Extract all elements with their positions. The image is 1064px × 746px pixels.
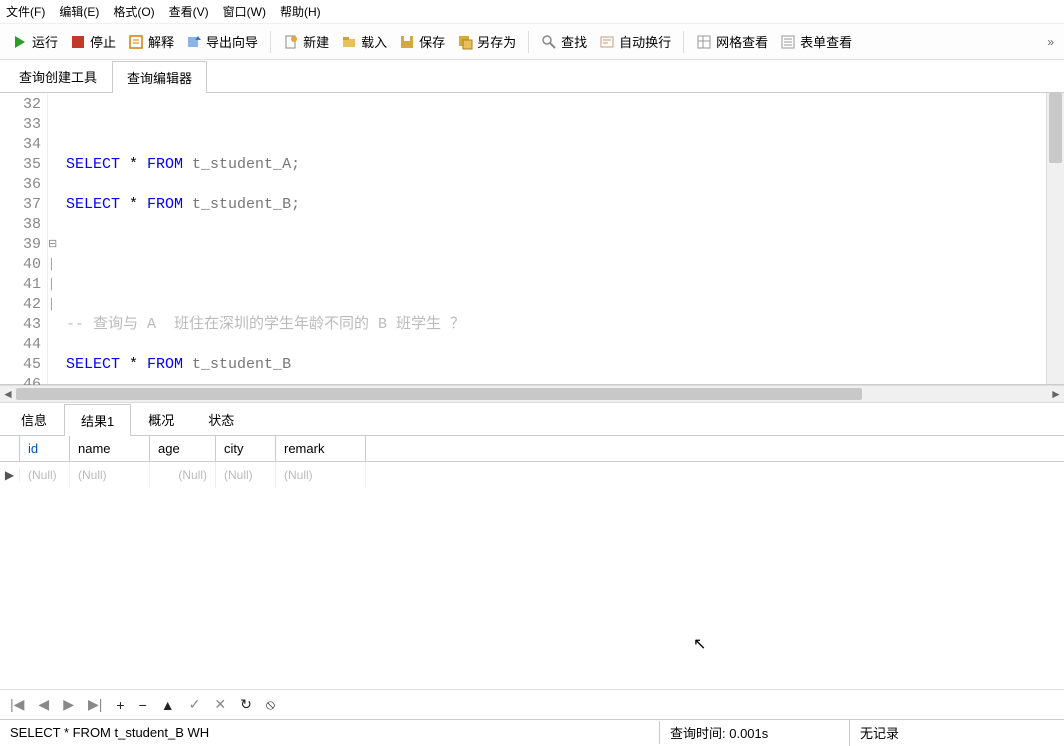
nav-add-icon[interactable]: + (116, 697, 124, 713)
tab-state[interactable]: 状态 (191, 403, 251, 435)
nav-commit-icon[interactable]: ✓ (189, 696, 201, 713)
fold-gutter: ⊟ │││ (48, 93, 62, 384)
new-label: 新建 (303, 32, 329, 51)
cell-city[interactable]: (Null) (216, 462, 276, 488)
find-label: 查找 (561, 32, 587, 51)
editor-hscrollbar[interactable]: ◄ ► (0, 385, 1064, 403)
separator (270, 31, 271, 53)
status-records: 无记录 (850, 719, 1064, 746)
cell-name[interactable]: (Null) (70, 462, 150, 488)
menu-help[interactable]: 帮助(H) (280, 3, 321, 20)
editor-vscrollbar[interactable] (1046, 93, 1064, 384)
load-icon (341, 34, 357, 50)
nav-delete-icon[interactable]: − (139, 697, 147, 713)
gridview-label: 网格查看 (716, 32, 768, 51)
nav-next-icon[interactable]: ▶ (63, 696, 74, 713)
line-gutter: 323334 353637 383940 414243 444546 (0, 93, 48, 384)
nav-edit-icon[interactable]: ▲ (161, 697, 175, 713)
col-age[interactable]: age (150, 436, 216, 461)
explain-button[interactable]: 解释 (122, 28, 180, 55)
tab-query-editor[interactable]: 查询编辑器 (112, 61, 207, 93)
separator (528, 31, 529, 53)
tab-info[interactable]: 信息 (4, 403, 64, 435)
export-icon (186, 34, 202, 50)
export-label: 导出向导 (206, 32, 258, 51)
toolbar-overflow[interactable]: » (1043, 35, 1058, 49)
result-tabbar: 信息 结果1 概况 状态 (0, 403, 1064, 436)
export-wizard-button[interactable]: 导出向导 (180, 28, 264, 55)
new-icon (283, 34, 299, 50)
top-tabbar: 查询创建工具 查询编辑器 (0, 60, 1064, 93)
menu-view[interactable]: 查看(V) (169, 3, 209, 20)
new-button[interactable]: 新建 (277, 28, 335, 55)
nav-last-icon[interactable]: ▶| (88, 696, 102, 713)
nav-refresh-icon[interactable]: ↻ (240, 696, 252, 713)
load-label: 载入 (361, 32, 387, 51)
stop-icon (70, 34, 86, 50)
menubar: 文件(F) 编辑(E) 格式(O) 查看(V) 窗口(W) 帮助(H) (0, 0, 1064, 24)
grid-row[interactable]: ▶ (Null) (Null) (Null) (Null) (Null) (0, 462, 1064, 488)
save-label: 保存 (419, 32, 445, 51)
result-grid: id name age city remark ▶ (Null) (Null) … (0, 436, 1064, 689)
load-button[interactable]: 载入 (335, 28, 393, 55)
cell-remark[interactable]: (Null) (276, 462, 366, 488)
nav-cancel-icon[interactable]: ✕ (214, 696, 226, 713)
grid-header: id name age city remark (0, 436, 1064, 462)
wordwrap-button[interactable]: 自动换行 (593, 28, 677, 55)
saveas-label: 另存为 (477, 32, 516, 51)
run-label: 运行 (32, 32, 58, 51)
tab-query-builder[interactable]: 查询创建工具 (4, 60, 112, 92)
sql-editor[interactable]: 323334 353637 383940 414243 444546 ⊟ │││… (0, 93, 1064, 385)
explain-label: 解释 (148, 32, 174, 51)
nav-first-icon[interactable]: |◀ (10, 696, 24, 713)
menu-format[interactable]: 格式(O) (113, 3, 154, 20)
grid-icon (696, 34, 712, 50)
saveas-icon (457, 34, 473, 50)
status-sql: SELECT * FROM t_student_B WH (0, 721, 660, 744)
cell-id[interactable]: (Null) (20, 462, 70, 488)
status-time: 查询时间: 0.001s (660, 719, 850, 746)
save-icon (399, 34, 415, 50)
nav-prev-icon[interactable]: ◀ (38, 696, 49, 713)
search-icon (541, 34, 557, 50)
record-nav-toolbar: |◀ ◀ ▶ ▶| + − ▲ ✓ ✕ ↻ ⦸ (0, 689, 1064, 719)
col-name[interactable]: name (70, 436, 150, 461)
formview-label: 表单查看 (800, 32, 852, 51)
find-button[interactable]: 查找 (535, 28, 593, 55)
menu-window[interactable]: 窗口(W) (223, 3, 266, 20)
menu-file[interactable]: 文件(F) (6, 3, 45, 20)
run-button[interactable]: 运行 (6, 28, 64, 55)
grid-body[interactable]: ▶ (Null) (Null) (Null) (Null) (Null) (0, 462, 1064, 689)
gridview-button[interactable]: 网格查看 (690, 28, 774, 55)
play-icon (12, 34, 28, 50)
tab-result1[interactable]: 结果1 (64, 404, 131, 436)
tab-overview[interactable]: 概况 (131, 403, 191, 435)
menu-edit[interactable]: 编辑(E) (59, 3, 99, 20)
statusbar: SELECT * FROM t_student_B WH 查询时间: 0.001… (0, 719, 1064, 745)
row-marker-icon: ▶ (0, 468, 20, 482)
explain-icon (128, 34, 144, 50)
fold-icon[interactable]: ⊟ (48, 235, 62, 255)
separator (683, 31, 684, 53)
form-icon (780, 34, 796, 50)
stop-label: 停止 (90, 32, 116, 51)
col-id[interactable]: id (20, 436, 70, 461)
cell-age[interactable]: (Null) (150, 462, 216, 488)
code-area[interactable]: SELECT * FROM t_student_A; SELECT * FROM… (62, 93, 1046, 384)
nav-stop-icon[interactable]: ⦸ (266, 696, 275, 713)
stop-button[interactable]: 停止 (64, 28, 122, 55)
toolbar: 运行 停止 解释 导出向导 新建 载入 保存 另存为 查找 自动换行 网格查看 (0, 24, 1064, 60)
col-remark[interactable]: remark (276, 436, 366, 461)
col-city[interactable]: city (216, 436, 276, 461)
saveas-button[interactable]: 另存为 (451, 28, 522, 55)
wrap-icon (599, 34, 615, 50)
wrap-label: 自动换行 (619, 32, 671, 51)
formview-button[interactable]: 表单查看 (774, 28, 858, 55)
save-button[interactable]: 保存 (393, 28, 451, 55)
